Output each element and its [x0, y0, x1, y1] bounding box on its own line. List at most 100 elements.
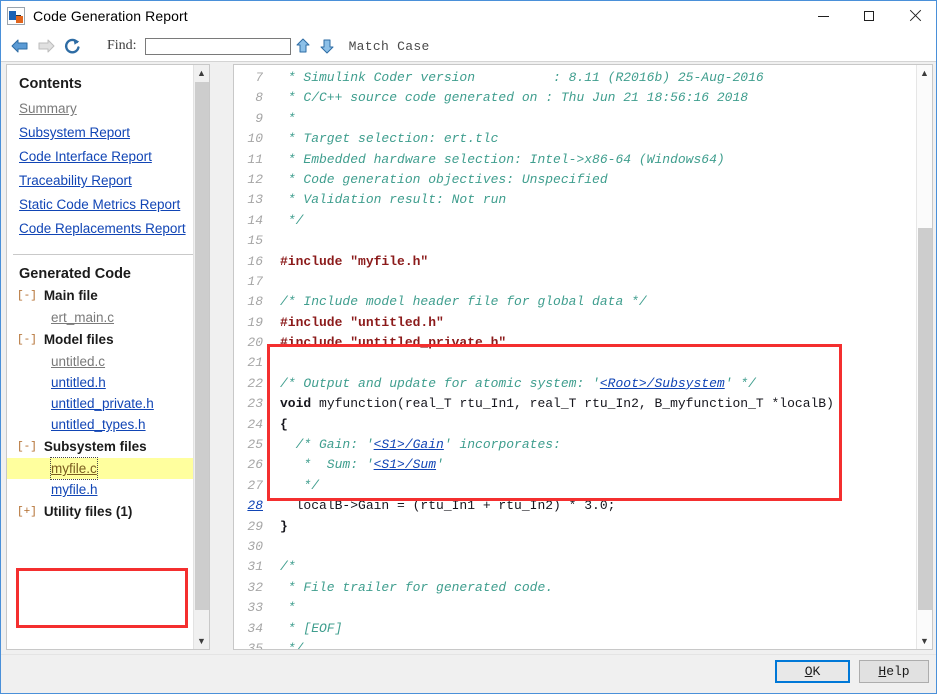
tree-file-untitled-c[interactable]: untitled.c [51, 351, 105, 372]
code-token: * Sum: ' [280, 457, 374, 473]
sidebar-link-subsystem-report[interactable]: Subsystem Report [19, 122, 130, 143]
code-line: 18 /* Include model header file for globa… [234, 292, 917, 312]
close-button[interactable] [892, 1, 936, 31]
code-line: 34 * [EOF] [234, 619, 917, 639]
tree-file-myfile-c[interactable]: myfile.c [50, 457, 98, 480]
sidebar-scrollbar[interactable]: ▲ ▼ [193, 65, 209, 649]
maximize-icon [864, 11, 874, 21]
tree-file-untitled-private-h[interactable]: untitled_private.h [51, 393, 154, 414]
expand-toggle-icon[interactable]: [+] [17, 506, 37, 518]
down-arrow-icon [320, 39, 334, 54]
scroll-down-icon[interactable]: ▼ [917, 633, 932, 649]
refresh-button[interactable] [59, 33, 85, 59]
tree-file-row-selected: myfile.c [7, 457, 209, 480]
code-line-source: * [272, 598, 296, 618]
code-block-link[interactable]: <S1>/Gain [374, 437, 444, 452]
code-line-number: 30 [247, 538, 263, 554]
help-button[interactable]: Help [859, 660, 929, 683]
code-line-number: 27 [247, 477, 263, 493]
code-line-source: /* Include model header file for global … [272, 292, 647, 312]
code-line-source: void myfunction(real_T rtu_In1, real_T r… [272, 394, 834, 414]
match-case-label[interactable]: Match Case [349, 39, 430, 54]
sidebar-link-static-code-metrics[interactable]: Static Code Metrics Report [19, 194, 180, 215]
code-line-source: * Simulink Coder version : 8.11 (R2016b)… [272, 68, 764, 88]
window-controls [800, 1, 936, 31]
code-line-number: 34 [247, 620, 263, 636]
scroll-up-icon[interactable]: ▲ [917, 65, 932, 81]
find-input[interactable] [144, 37, 291, 55]
code-line: 28 localB->Gain = (rtu_In1 + rtu_In2) * … [234, 496, 917, 516]
code-line: 15 [234, 231, 917, 251]
minimize-button[interactable] [800, 1, 846, 31]
code-line-number: 25 [247, 437, 263, 453]
tree-file-myfile-h[interactable]: myfile.h [51, 479, 98, 500]
code-token: { [280, 416, 288, 432]
code-line: 21 [234, 353, 917, 373]
find-next-button[interactable] [315, 33, 339, 59]
scroll-down-icon[interactable]: ▼ [194, 633, 209, 649]
up-arrow-icon [296, 38, 310, 53]
ok-button-label: OK [805, 664, 821, 679]
code-token: * Code generation objectives: Unspecifie… [280, 171, 608, 187]
tree-group-label: Utility files (1) [43, 504, 133, 519]
dialog-footer: OK Help [1, 654, 936, 693]
back-button[interactable] [7, 33, 33, 59]
code-block-link[interactable]: <Root>/Subsystem [600, 376, 725, 391]
forward-button[interactable] [33, 33, 59, 59]
code-line-source: } [272, 517, 288, 537]
tree-group-main-file[interactable]: [-] Main file [7, 284, 209, 307]
collapse-toggle-icon[interactable]: [-] [17, 290, 37, 302]
code-line-number: 10 [247, 131, 263, 147]
code-viewer: 7 * Simulink Coder version : 8.11 (R2016… [233, 64, 933, 650]
code-line-number: 15 [247, 233, 263, 249]
tree-file-row: untitled.h [7, 372, 209, 393]
code-token: /* Gain: ' [280, 437, 374, 453]
code-line-number: 7 [255, 70, 263, 85]
code-line-source: * Validation result: Not run [272, 190, 506, 210]
find-previous-button[interactable] [291, 33, 315, 59]
code-line-number-link[interactable]: 28 [234, 496, 272, 516]
tree-group-utility-files[interactable]: [+] Utility files (1) [7, 500, 209, 523]
code-token: /* Output and update for atomic system: … [280, 375, 600, 391]
collapse-toggle-icon[interactable]: [-] [17, 334, 37, 346]
toolbar: Find: Match Case [1, 31, 936, 62]
code-line-number: 16 [247, 253, 263, 269]
code-line: 20 #include "untitled_private.h" [234, 333, 917, 353]
contents-heading: Contents [19, 76, 82, 92]
tree-file-ert-main-c[interactable]: ert_main.c [51, 307, 114, 328]
generated-code-heading: Generated Code [19, 266, 131, 282]
code-line-source: * C/C++ source code generated on : Thu J… [272, 88, 748, 108]
sidebar-link-traceability-report[interactable]: Traceability Report [19, 170, 132, 191]
contents-sidebar: Contents Summary Subsystem Report Code I… [6, 64, 210, 650]
collapse-toggle-icon[interactable]: [-] [17, 441, 37, 453]
code-line-list: 7 * Simulink Coder version : 8.11 (R2016… [234, 65, 917, 649]
tree-group-label: Model files [43, 332, 114, 347]
tree-file-untitled-types-h[interactable]: untitled_types.h [51, 414, 146, 435]
tree-file-row: untitled_types.h [7, 414, 209, 435]
tree-group-label: Main file [43, 288, 98, 303]
code-scrollbar[interactable]: ▲ ▼ [916, 65, 932, 649]
code-line-number: 20 [247, 335, 263, 351]
code-line-number: 9 [255, 110, 263, 126]
code-line: 32 * File trailer for generated code. [234, 578, 917, 598]
help-button-label: Help [878, 664, 909, 679]
code-token: * Validation result: Not run [280, 192, 507, 208]
scroll-up-icon[interactable]: ▲ [194, 65, 209, 81]
help-rest: elp [886, 664, 910, 679]
tree-group-subsystem-files[interactable]: [-] Subsystem files [7, 435, 209, 458]
title-bar: Code Generation Report [1, 1, 936, 31]
code-scrollbar-thumb[interactable] [918, 228, 932, 610]
maximize-button[interactable] [846, 1, 892, 31]
sidebar-scrollbar-thumb[interactable] [195, 82, 209, 610]
ok-button[interactable]: OK [775, 660, 850, 683]
tree-group-model-files[interactable]: [-] Model files [7, 328, 209, 351]
tree-file-untitled-h[interactable]: untitled.h [51, 372, 106, 393]
tree-file-row: untitled.c [7, 351, 209, 372]
code-block-link[interactable]: <S1>/Sum [374, 457, 436, 472]
code-line-number: 14 [247, 212, 263, 228]
sidebar-link-summary[interactable]: Summary [19, 98, 77, 119]
sidebar-link-code-interface-report[interactable]: Code Interface Report [19, 146, 152, 167]
code-token: myfunction(real_T rtu_In1, real_T rtu_In… [311, 396, 834, 412]
sidebar-link-code-replacements[interactable]: Code Replacements Report [19, 218, 186, 239]
code-line-source: */ [272, 476, 319, 496]
